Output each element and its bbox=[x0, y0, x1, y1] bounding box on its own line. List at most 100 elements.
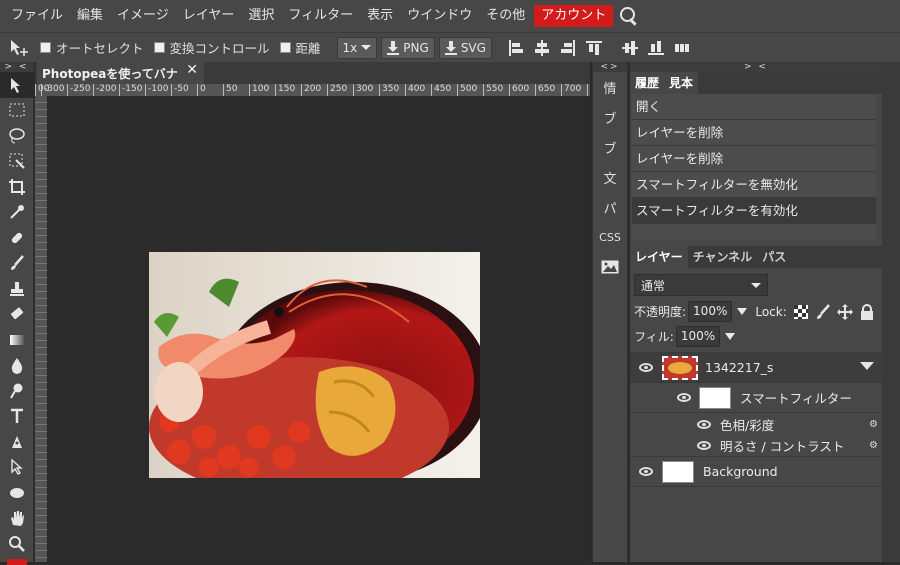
tab-history[interactable]: 履歴 bbox=[630, 72, 665, 94]
menu-filter[interactable]: フィルター bbox=[281, 0, 360, 32]
lock-position-icon[interactable] bbox=[836, 303, 853, 320]
align-top-icon[interactable] bbox=[585, 40, 602, 56]
align-center-h-icon[interactable] bbox=[534, 39, 550, 56]
eyedropper-tool-icon[interactable] bbox=[0, 200, 34, 226]
history-item[interactable]: スマートフィルターを有効化 bbox=[632, 198, 876, 224]
lock-label: Lock: bbox=[755, 304, 787, 319]
ruler-tick-label: 550 bbox=[483, 84, 503, 96]
export-svg-label: SVG bbox=[460, 40, 486, 55]
filter-row[interactable]: 色相/彩度 ⚙ bbox=[630, 413, 882, 435]
menu-image[interactable]: イメージ bbox=[110, 0, 176, 32]
shape-tool-icon[interactable] bbox=[0, 480, 34, 506]
menu-layer[interactable]: レイヤー bbox=[176, 0, 242, 32]
align-left-icon[interactable] bbox=[508, 39, 524, 56]
history-item[interactable]: 開く bbox=[632, 94, 876, 120]
filter-settings-icon[interactable]: ⚙ bbox=[869, 440, 878, 451]
menu-edit[interactable]: 編集 bbox=[70, 0, 110, 32]
eye-icon[interactable] bbox=[639, 363, 653, 372]
menu-window[interactable]: ウインドウ bbox=[400, 0, 479, 32]
eye-icon[interactable] bbox=[639, 467, 653, 476]
distance-checkbox[interactable] bbox=[279, 42, 291, 53]
tab-layers[interactable]: レイヤー bbox=[630, 246, 688, 268]
align-bottom-icon[interactable] bbox=[647, 40, 664, 56]
blur-tool-icon[interactable] bbox=[0, 353, 34, 379]
mini-panel-brush[interactable]: ブ bbox=[593, 102, 627, 132]
menu-file[interactable]: ファイル bbox=[4, 0, 70, 32]
right-panel-collapse-toggle[interactable]: > < bbox=[630, 62, 882, 72]
brush-tool-icon[interactable] bbox=[0, 251, 34, 277]
path-select-tool-icon[interactable] bbox=[0, 455, 34, 481]
tab-paths[interactable]: パス bbox=[757, 246, 792, 268]
filter-settings-icon[interactable]: ⚙ bbox=[869, 419, 878, 430]
quick-select-tool-icon[interactable] bbox=[0, 149, 34, 175]
export-png-button[interactable]: PNG bbox=[381, 36, 435, 59]
hand-tool-icon[interactable] bbox=[0, 506, 34, 532]
type-tool-icon[interactable] bbox=[0, 404, 34, 430]
ruler-tick-label: 250 bbox=[327, 84, 347, 96]
download-icon bbox=[387, 40, 400, 55]
expand-toggle-icon[interactable] bbox=[860, 362, 874, 370]
move-tool-icon[interactable] bbox=[8, 38, 30, 58]
lock-transparency-icon[interactable] bbox=[793, 304, 809, 320]
history-item[interactable]: スマートフィルターを無効化 bbox=[632, 172, 876, 198]
layer-row[interactable]: Background bbox=[630, 457, 882, 487]
mini-panel-brush-presets[interactable]: ブ bbox=[593, 132, 627, 162]
menu-view[interactable]: 表示 bbox=[360, 0, 400, 32]
eye-icon[interactable] bbox=[697, 419, 711, 429]
mini-panel-info[interactable]: 情 bbox=[593, 72, 627, 102]
panel-scrollbar[interactable] bbox=[882, 62, 900, 562]
zoom-tool-icon[interactable] bbox=[0, 531, 34, 557]
healing-tool-icon[interactable] bbox=[0, 225, 34, 251]
fill-input[interactable]: 100% bbox=[675, 326, 721, 347]
align-middle-icon[interactable] bbox=[621, 40, 638, 56]
transform-controls-checkbox[interactable] bbox=[153, 42, 165, 53]
smart-filter-row[interactable]: スマートフィルター bbox=[630, 383, 882, 413]
opacity-dropdown-icon[interactable] bbox=[737, 308, 748, 315]
history-item[interactable]: レイヤーを削除 bbox=[632, 120, 876, 146]
menu-select[interactable]: 選択 bbox=[241, 0, 281, 32]
opacity-row: 不透明度: 100% Lock: bbox=[630, 301, 882, 322]
dodge-tool-icon[interactable] bbox=[0, 378, 34, 404]
zoom-select[interactable]: 1x bbox=[336, 36, 378, 59]
mini-panel-collapse-toggle[interactable]: <> bbox=[593, 62, 627, 72]
lasso-tool-icon[interactable] bbox=[0, 123, 34, 149]
ruler-tick-label: -50 bbox=[171, 84, 189, 96]
canvas-image[interactable] bbox=[149, 252, 480, 478]
align-right-icon[interactable] bbox=[560, 39, 576, 56]
filter-row[interactable]: 明るさ / コントラスト ⚙ bbox=[630, 435, 882, 457]
history-item[interactable]: レイヤーを削除 bbox=[632, 146, 876, 172]
crop-tool-icon[interactable] bbox=[0, 174, 34, 200]
gradient-tool-icon[interactable] bbox=[0, 327, 34, 353]
distribute-icon[interactable] bbox=[674, 40, 690, 56]
account-button[interactable]: アカウント bbox=[534, 5, 614, 27]
lock-all-icon[interactable] bbox=[859, 303, 875, 320]
opacity-label: 不透明度: bbox=[634, 305, 687, 319]
blend-mode-select[interactable]: 通常 bbox=[634, 274, 768, 296]
image-icon[interactable] bbox=[593, 252, 627, 282]
export-svg-button[interactable]: SVG bbox=[438, 36, 492, 59]
toolbar-collapse-toggle[interactable]: > < bbox=[0, 62, 33, 72]
tab-swatches[interactable]: 見本 bbox=[664, 72, 699, 94]
mini-panel-paragraph[interactable]: パ bbox=[593, 192, 627, 222]
tab-channels[interactable]: チャンネル bbox=[687, 246, 758, 268]
menu-more[interactable]: その他 bbox=[479, 0, 532, 32]
auto-select-checkbox[interactable] bbox=[40, 42, 51, 53]
eye-icon[interactable] bbox=[697, 441, 711, 450]
document-tab[interactable]: Photopeaを使ってバナ ✕ bbox=[37, 62, 204, 84]
fill-dropdown-icon[interactable] bbox=[725, 333, 736, 340]
stamp-tool-icon[interactable] bbox=[0, 276, 34, 302]
opacity-input[interactable]: 100% bbox=[688, 301, 733, 322]
lock-pixels-icon[interactable] bbox=[815, 303, 831, 320]
collapsed-panels: <> 情 ブ ブ 文 パ CSS bbox=[592, 62, 628, 562]
close-icon[interactable]: ✕ bbox=[186, 62, 198, 78]
pen-tool-icon[interactable] bbox=[0, 429, 34, 455]
eraser-tool-icon[interactable] bbox=[0, 302, 34, 328]
eye-icon[interactable] bbox=[677, 393, 691, 402]
search-icon[interactable] bbox=[619, 6, 639, 26]
layer-name: 1342217_s bbox=[705, 360, 774, 375]
mini-panel-css[interactable]: CSS bbox=[593, 222, 627, 252]
marquee-tool-icon[interactable] bbox=[0, 98, 34, 124]
mini-panel-character[interactable]: 文 bbox=[593, 162, 627, 192]
layer-row[interactable]: 1342217_s bbox=[630, 353, 882, 383]
move-tool-icon[interactable] bbox=[0, 72, 34, 98]
